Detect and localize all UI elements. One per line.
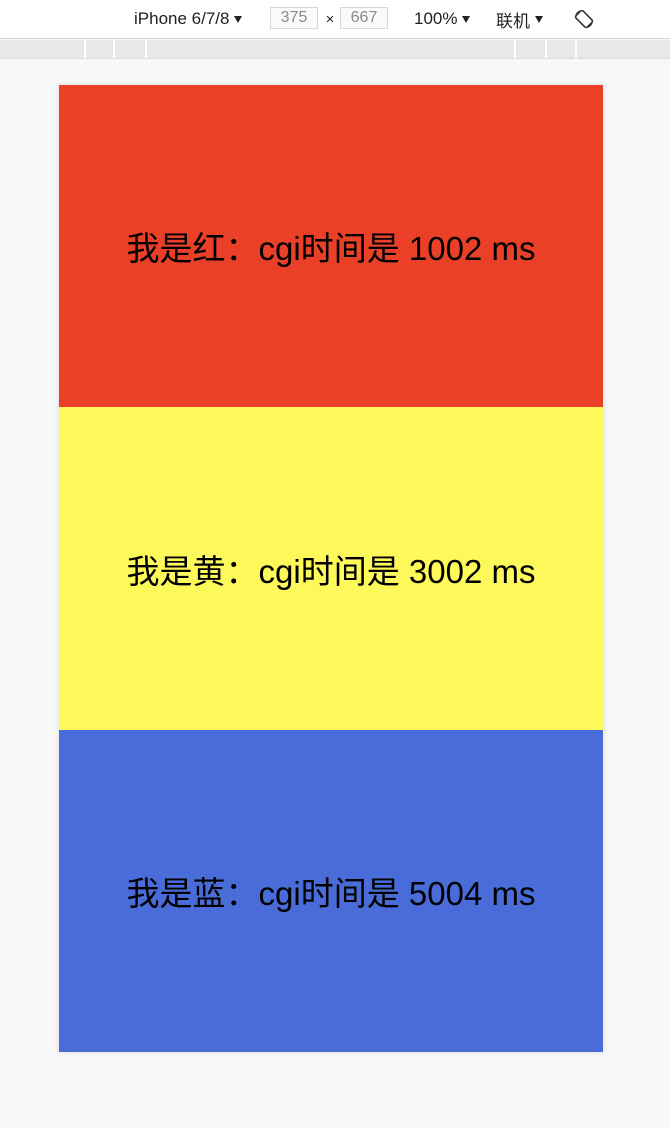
device-label: iPhone 6/7/8 [134, 9, 230, 28]
chevron-down-icon [234, 15, 243, 23]
yellow-block: 我是黄：cgi时间是 3002 ms [59, 407, 603, 730]
zoom-select[interactable]: 100% [414, 0, 471, 38]
network-label: 联机 [496, 11, 530, 31]
width-input[interactable]: 375 [270, 7, 318, 29]
ruler-divider [545, 40, 547, 58]
network-throttle-select[interactable]: 联机 [496, 0, 543, 38]
ruler-divider [84, 40, 86, 58]
zoom-label: 100% [414, 9, 458, 28]
ruler-divider [145, 40, 147, 58]
blue-block-text: 我是蓝：cgi时间是 5004 ms [126, 875, 536, 912]
device-select[interactable]: iPhone 6/7/8 [134, 0, 243, 38]
ruler-divider [575, 40, 577, 58]
dimension-separator: × [325, 10, 335, 28]
blue-block: 我是蓝：cgi时间是 5004 ms [59, 730, 603, 1052]
ruler-divider [514, 40, 516, 58]
yellow-block-text: 我是黄：cgi时间是 3002 ms [126, 552, 536, 590]
red-block: 我是红：cgi时间是 1002 ms [59, 85, 603, 407]
chevron-down-icon [462, 15, 471, 23]
rotate-icon[interactable] [574, 9, 594, 29]
ruler-divider [113, 40, 115, 58]
device-toolbar: iPhone 6/7/8 375 × 667 100% 联机 [0, 0, 670, 39]
device-viewport: 我是红：cgi时间是 1002 ms 我是黄：cgi时间是 3002 ms 我是… [59, 85, 603, 1052]
red-block-text: 我是红：cgi时间是 1002 ms [126, 230, 536, 267]
chevron-down-icon [535, 15, 543, 23]
height-input[interactable]: 667 [340, 7, 388, 29]
media-query-ruler[interactable] [0, 40, 670, 59]
